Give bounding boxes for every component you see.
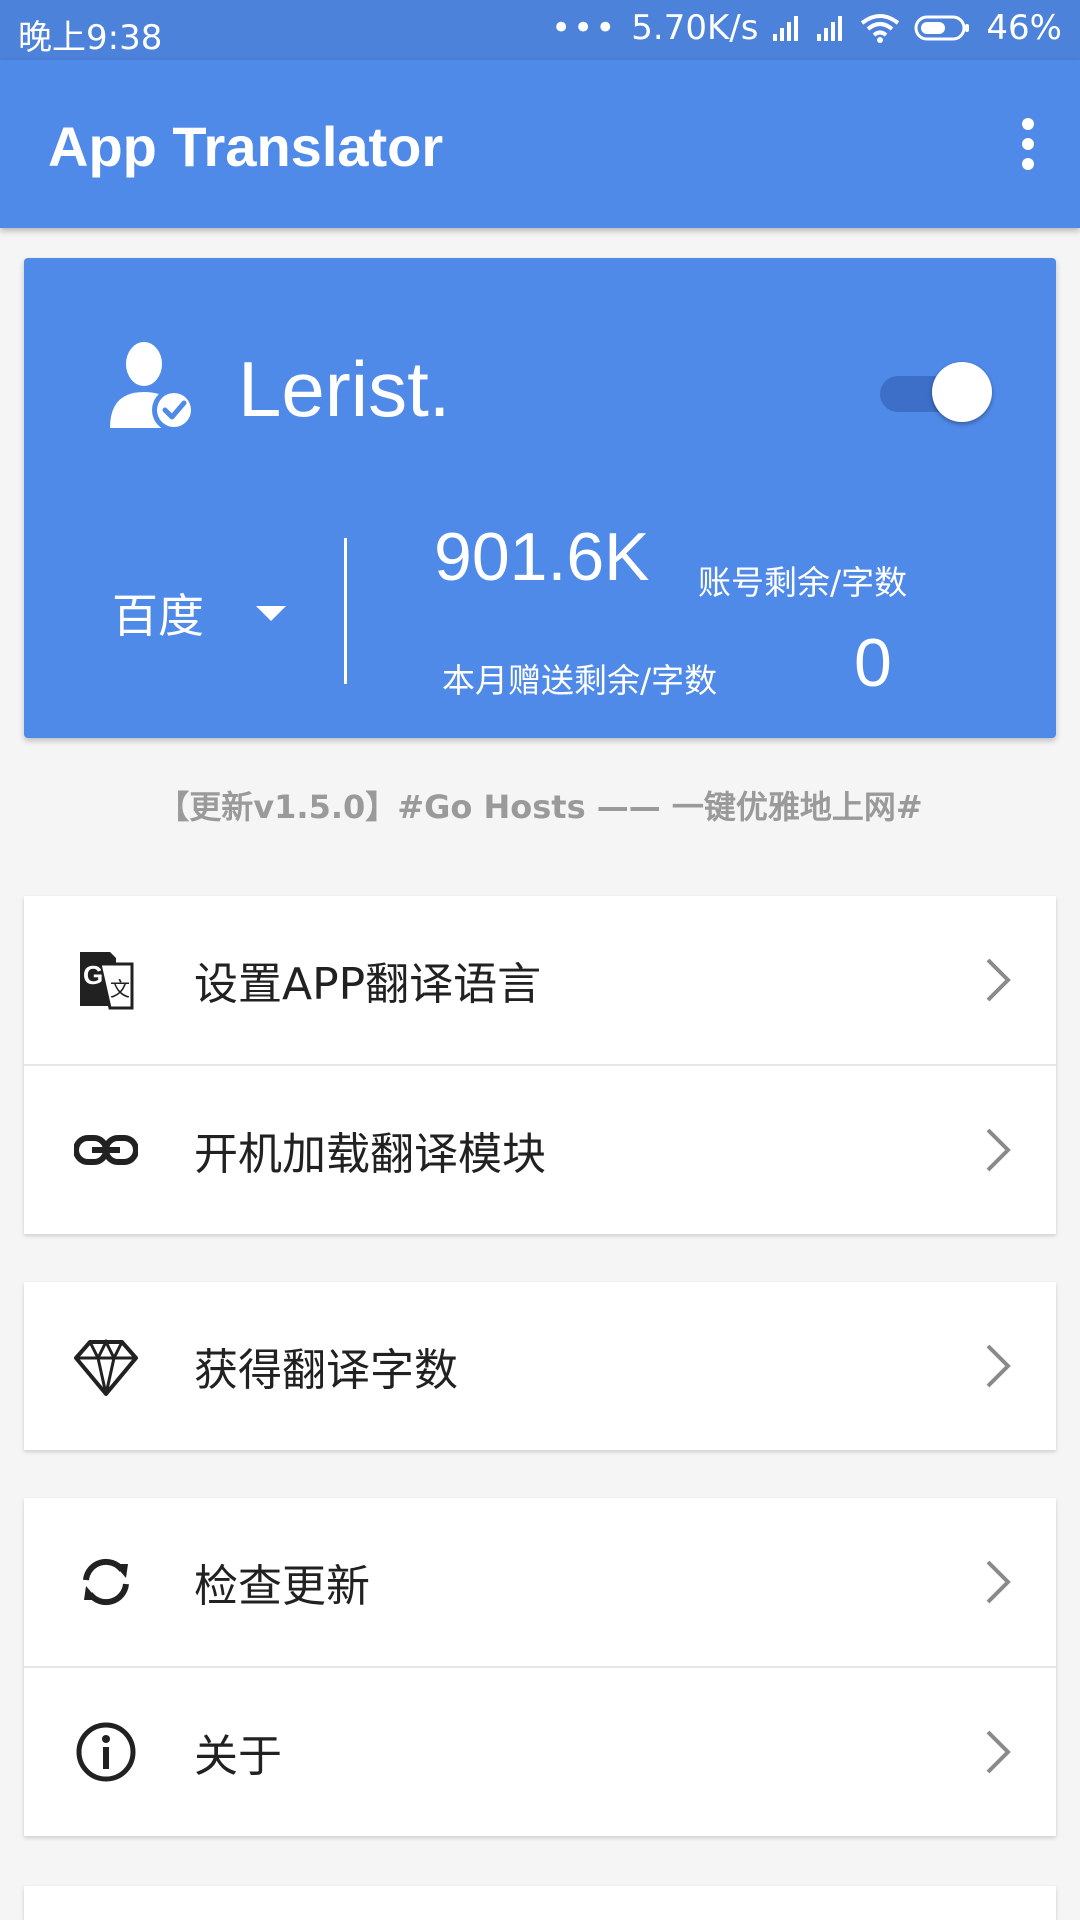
chevron-right-icon (986, 1344, 1011, 1388)
menu-item-about[interactable]: 关于 (24, 1666, 1056, 1836)
announcement-link[interactable]: 【更新v1.5.0】#Go Hosts —— 一键优雅地上网# (0, 782, 1080, 828)
menu-item-boot-load[interactable]: 开机加载翻译模块 (24, 1064, 1056, 1234)
app-title: App Translator (48, 115, 444, 178)
menu-group-more (24, 1886, 1056, 1920)
menu-item-set-language[interactable]: G 文 设置APP翻译语言 (24, 896, 1056, 1064)
provider-label: 百度 (112, 589, 204, 643)
username: Lerist. (238, 345, 451, 433)
chevron-right-icon (986, 1730, 1011, 1774)
toggle-thumb (932, 362, 992, 422)
chevron-right-icon (986, 1128, 1011, 1172)
gift-count: 0 (854, 625, 892, 701)
status-dots: ••• (551, 8, 618, 48)
menu-group-app: 检查更新 关于 (24, 1498, 1056, 1836)
status-right: ••• 5.70K/s 46% (551, 8, 1062, 48)
translate-toggle[interactable] (878, 360, 998, 424)
menu-item-get-credits[interactable]: 获得翻译字数 (24, 1282, 1056, 1450)
sync-icon (83, 1558, 129, 1606)
menu-label: 关于 (194, 1731, 282, 1782)
menu-label: 设置APP翻译语言 (194, 959, 542, 1010)
menu-group-settings: G 文 设置APP翻译语言 开机加载翻译模块 (24, 896, 1056, 1234)
menu-label: 开机加载翻译模块 (194, 1129, 546, 1180)
card-divider (344, 538, 347, 684)
account-card: Lerist. 百度 901.6K 账号剩余/字数 本月赠送剩余/字数 0 (24, 258, 1056, 738)
svg-text:G: G (83, 960, 103, 990)
svg-text:文: 文 (110, 977, 130, 1001)
status-bar: 晚上9:38 ••• 5.70K/s 46% (0, 0, 1080, 60)
verified-user-icon (110, 342, 196, 432)
diamond-icon (74, 1338, 138, 1396)
battery-level: 46% (986, 8, 1062, 48)
menu-group-credits: 获得翻译字数 (24, 1282, 1056, 1450)
remaining-label: 账号剩余/字数 (698, 563, 908, 602)
translate-icon: G 文 (80, 952, 134, 1010)
dropdown-arrow-icon (256, 605, 286, 621)
gift-label: 本月赠送剩余/字数 (442, 661, 718, 700)
signal-icon-2 (817, 16, 843, 41)
app-bar: App Translator (0, 60, 1080, 228)
provider-select[interactable]: 百度 (112, 580, 286, 646)
status-time: 晚上9:38 (18, 18, 163, 58)
wifi-icon (861, 14, 900, 43)
chevron-right-icon (986, 1560, 1011, 1604)
remaining-count: 901.6K (434, 519, 650, 595)
menu-label: 检查更新 (194, 1561, 370, 1612)
link-icon (74, 1135, 138, 1165)
chevron-right-icon (986, 958, 1011, 1002)
signal-icon (773, 16, 799, 41)
menu-label: 获得翻译字数 (194, 1345, 458, 1396)
info-icon (76, 1722, 136, 1782)
net-speed: 5.70K/s (631, 8, 759, 48)
battery-icon (914, 15, 970, 41)
menu-item-check-update[interactable]: 检查更新 (24, 1498, 1056, 1666)
more-vert-icon[interactable] (1016, 118, 1040, 170)
